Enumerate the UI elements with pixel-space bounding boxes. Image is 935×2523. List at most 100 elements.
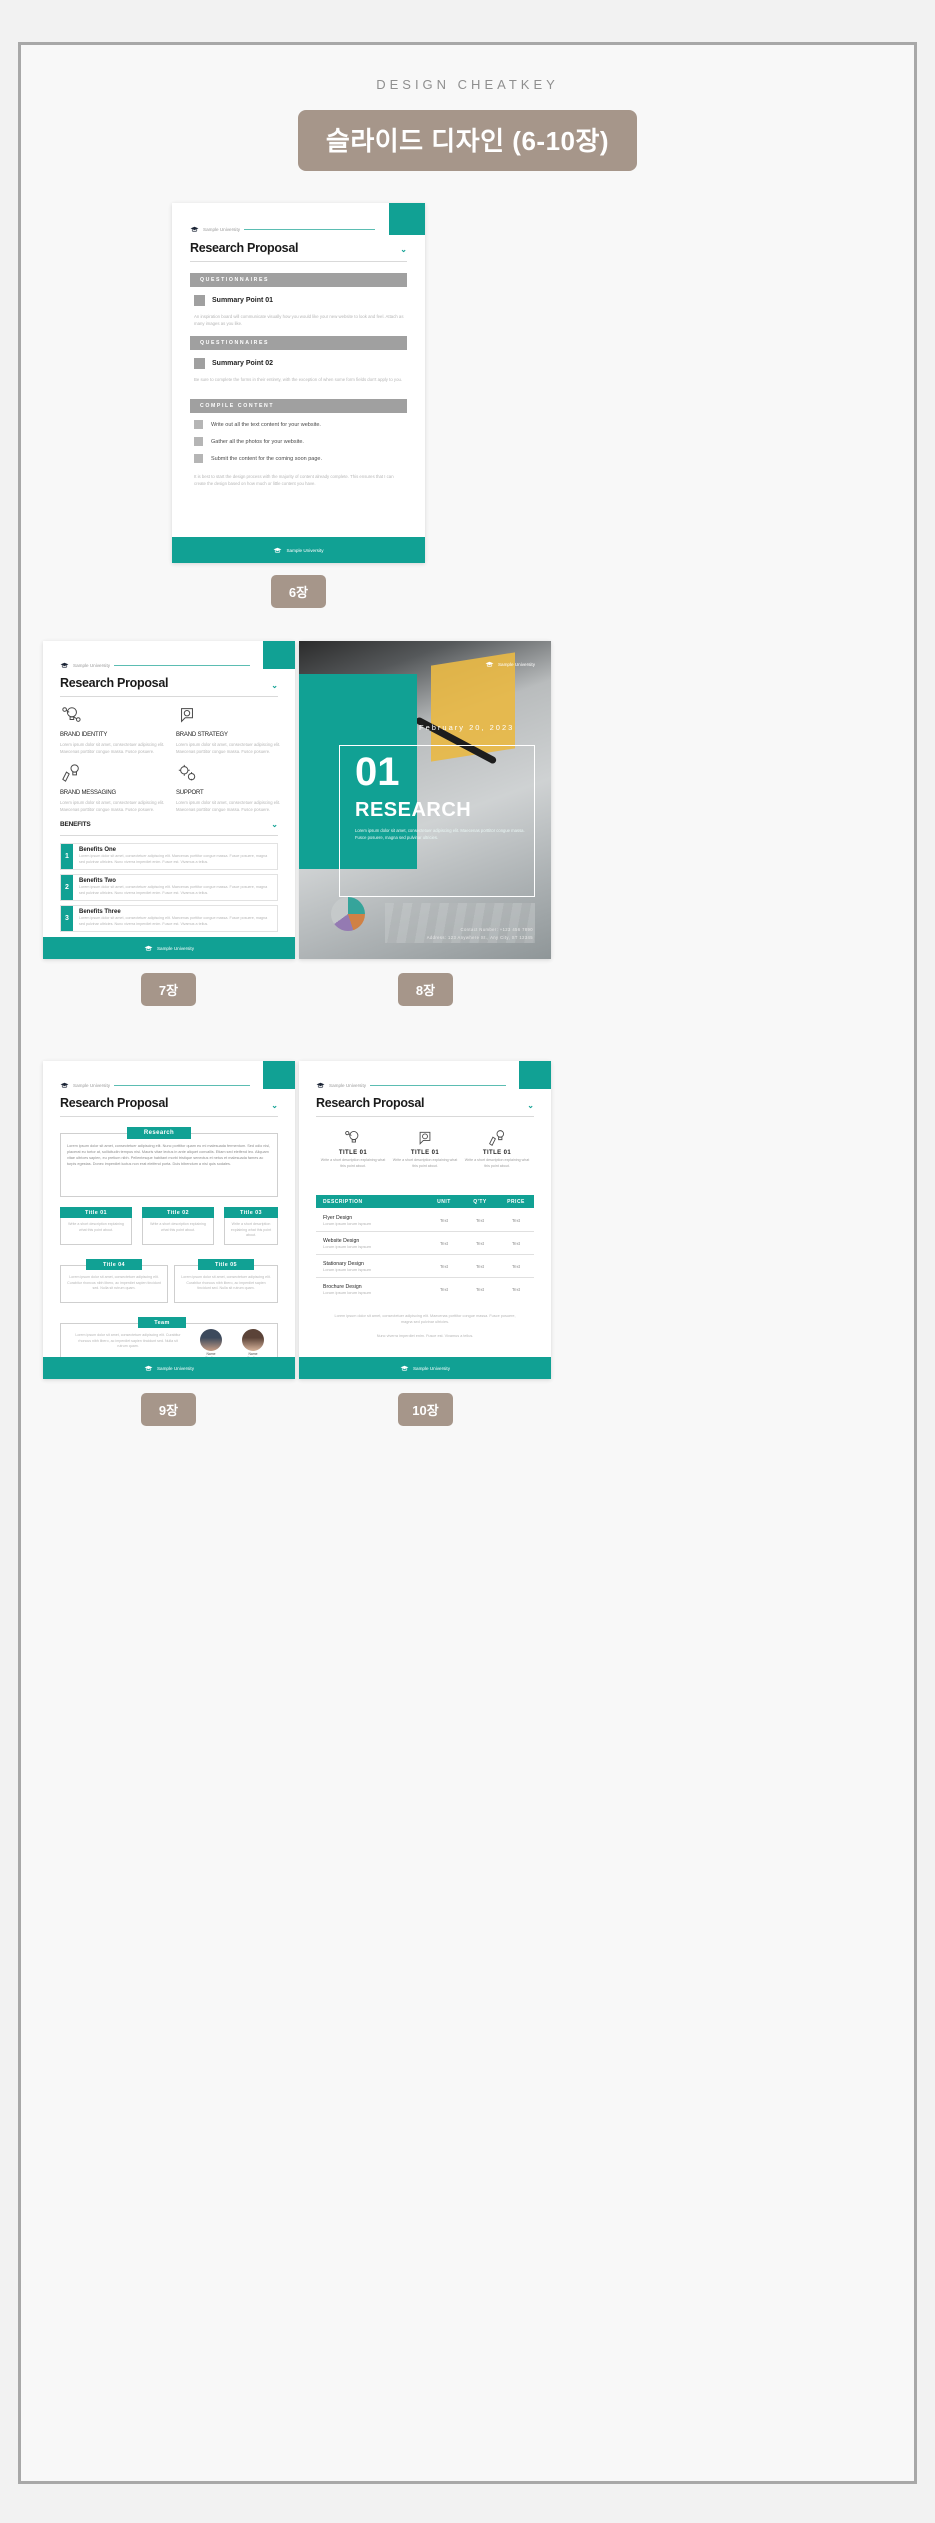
slide9-card-4-body: Lorem ipsum dolor sit amet, consectetuer… — [67, 1275, 161, 1291]
slide10-row-4-qty: Text — [475, 1287, 485, 1292]
chevron-down-icon[interactable]: ⌄ — [271, 1101, 278, 1110]
graduation-cap-icon — [190, 220, 199, 238]
slide9-card-3-body: Write a short description explaining wha… — [230, 1222, 272, 1238]
slide10-label: 10장 — [398, 1393, 453, 1426]
slide9-research-chip: Research — [127, 1127, 191, 1139]
slide8-contact-address: Address: 123 Anywhere St., Any City, ST … — [426, 935, 533, 940]
slide7-logo-text: Sample University — [73, 662, 111, 668]
slide6-check-1[interactable]: Write out all the text content for your … — [194, 420, 321, 429]
slide10-title-1-name: TITLE 01 — [338, 1150, 368, 1156]
slide9-title: Research Proposal — [60, 1096, 169, 1110]
slide6-check-2[interactable]: Gather all the photos for your website. — [194, 437, 304, 446]
slide8-number: 01 — [355, 750, 400, 794]
slide10-row-4-sub: Lorum ipsum lorum ispsum — [323, 1290, 372, 1295]
gears-icon — [178, 764, 196, 781]
page-frame: DESIGN CHEATKEY 슬라이드 디자인 (6-10장) Sample … — [18, 42, 917, 2484]
checkbox-icon[interactable] — [194, 437, 203, 446]
slide10-title-3: TITLE 01 Write a short description expla… — [463, 1129, 531, 1170]
slide10-title: Research Proposal — [316, 1096, 425, 1110]
slide7-benefit-3-num: 3 — [61, 906, 73, 931]
slide6-band-1-label: QUESTIONNAIRES — [200, 277, 270, 283]
slide6-note: It is best to start the design process w… — [194, 474, 394, 487]
slide10-title-2-name: TITLE 01 — [410, 1150, 440, 1156]
slide6-footer: Sample University — [172, 537, 425, 563]
slide7-feature-1: BRAND IDENTITY Lorem ipsum dolor sit ame… — [60, 705, 165, 755]
slide10-row-2-price: Text — [511, 1240, 521, 1246]
checkbox-icon[interactable] — [194, 420, 203, 429]
slide10-col-qty: Q'TY — [473, 1198, 487, 1205]
slide10-row-3-sub: Lorum ipsum lorum ispsum — [323, 1266, 372, 1272]
slide9-team-chip: Team — [138, 1317, 186, 1328]
slide6-summary-2-label: Summary Point 02 — [212, 360, 274, 367]
slide9-card-5-body: Lorem ipsum dolor sit amet, consectetuer… — [181, 1275, 271, 1291]
graduation-cap-icon — [144, 1359, 153, 1377]
slide-thumbnail-6[interactable]: Sample University Research Proposal ⌄ QU… — [172, 203, 425, 563]
slide7-benefit-3-body: Lorem ipsum dolor sit amet, consectetuer… — [79, 916, 268, 926]
slide-thumbnail-10[interactable]: Sample University Research Proposal ⌄ TI… — [299, 1061, 551, 1379]
slide7-feature-3-name: BRAND MESSAGING — [60, 790, 117, 796]
graduation-cap-icon — [316, 1076, 325, 1094]
chevron-down-icon[interactable]: ⌄ — [400, 245, 407, 254]
table-row: Brochure Design Lorum ipsum lorum ispsum… — [316, 1278, 534, 1301]
slide10-row-2-sub: Lorum ipsum lorum ispsum — [323, 1243, 372, 1249]
checkbox-icon[interactable] — [194, 454, 203, 463]
slide10-title-2: TITLE 01 Write a short description expla… — [391, 1129, 459, 1170]
slide9-research-body: Lorem ipsum dolor sit amet, consectetuer… — [67, 1144, 271, 1167]
header-rule — [370, 1084, 506, 1086]
slide-thumbnail-8[interactable]: Sample University February 20, 2023 01 R… — [299, 641, 551, 959]
page-header: DESIGN CHEATKEY 슬라이드 디자인 (6-10장) — [21, 45, 914, 171]
slide7-benefits-heading: BENEFITS — [60, 821, 91, 828]
slide8-heading: RESEARCH — [355, 799, 472, 821]
slide7-feature-3: BRAND MESSAGING Lorem ipsum dolor sit am… — [60, 763, 165, 813]
slide-thumbnail-9[interactable]: Sample University Research Proposal ⌄ Re… — [43, 1061, 295, 1379]
slide6-label: 6장 — [271, 575, 326, 608]
header-rule — [114, 664, 250, 666]
slide6-title: Research Proposal — [190, 241, 299, 255]
chevron-down-icon[interactable]: ⌄ — [527, 1101, 534, 1110]
teal-accent-tab — [389, 203, 425, 235]
slide10-title-1-body: Write a short description explaining wha… — [320, 1158, 386, 1168]
teal-accent-tab — [519, 1061, 551, 1089]
slide6-body-2: Be sure to complete the forms in their e… — [194, 377, 403, 382]
chevron-down-icon[interactable]: ⌄ — [271, 820, 278, 829]
slide7-benefit-3-title: Benefits Three — [79, 909, 121, 915]
slide9-card-3-chip: Title 03 — [224, 1207, 278, 1218]
title-divider — [190, 261, 407, 262]
slide10-title-3-name: TITLE 01 — [482, 1150, 512, 1156]
slide6-summary-1-label: Summary Point 01 — [212, 297, 274, 304]
slide10-table-header: DESCRIPTION UNIT Q'TY PRICE — [316, 1195, 534, 1208]
slide10-row-3-price: Text — [511, 1263, 521, 1269]
title-divider — [316, 1116, 534, 1117]
graduation-cap-icon — [60, 1076, 69, 1094]
slide9-member-1: Name Position — [195, 1329, 227, 1360]
slide7-footer: Sample University — [43, 937, 295, 959]
table-row: Website Design Lorum ipsum lorum ispsum … — [316, 1232, 534, 1255]
slide8-date: February 20, 2023 — [419, 723, 515, 732]
slide8-label: 8장 — [398, 973, 453, 1006]
slide7-feature-1-body: Lorem ipsum dolor sit amet, consectetuer… — [60, 742, 165, 755]
header-rule — [244, 228, 375, 230]
slide6-band-3-label: COMPILE CONTENT — [200, 403, 275, 409]
slide7-title: Research Proposal — [60, 676, 169, 690]
slide6-check-3-label: Submit the content for the coming soon p… — [211, 455, 322, 462]
slide7-header: Sample University — [60, 656, 250, 674]
slide-thumbnail-7[interactable]: Sample University Research Proposal ⌄ BR… — [43, 641, 295, 959]
slide6-check-3[interactable]: Submit the content for the coming soon p… — [194, 454, 322, 463]
benefits-divider — [60, 835, 278, 836]
slide9-card-1-body: Write a short description explaining wha… — [68, 1222, 124, 1232]
slide6-body-1: An inspiration board will communicate vi… — [194, 314, 404, 327]
slide6-band-2: QUESTIONNAIRES — [190, 336, 407, 350]
header-rule — [114, 1084, 250, 1086]
chevron-down-icon[interactable]: ⌄ — [271, 681, 278, 690]
slide7-benefit-1: 1 Benefits One Lorem ipsum dolor sit ame… — [60, 843, 278, 870]
slide10-col-description: DESCRIPTION — [323, 1198, 363, 1205]
slide6-summary-1: Summary Point 01 — [194, 295, 273, 306]
slide9-card-2-chip: Title 02 — [142, 1207, 214, 1218]
slide7-footer-logo: Sample University — [156, 945, 195, 951]
photo-accent-pie — [331, 897, 365, 931]
slide10-row-3-unit: Text — [439, 1263, 449, 1269]
graduation-cap-icon — [273, 541, 282, 559]
slide6-header: Sample University — [190, 220, 375, 238]
bullet-square-icon — [194, 358, 205, 369]
teal-accent-tab — [263, 1061, 295, 1089]
